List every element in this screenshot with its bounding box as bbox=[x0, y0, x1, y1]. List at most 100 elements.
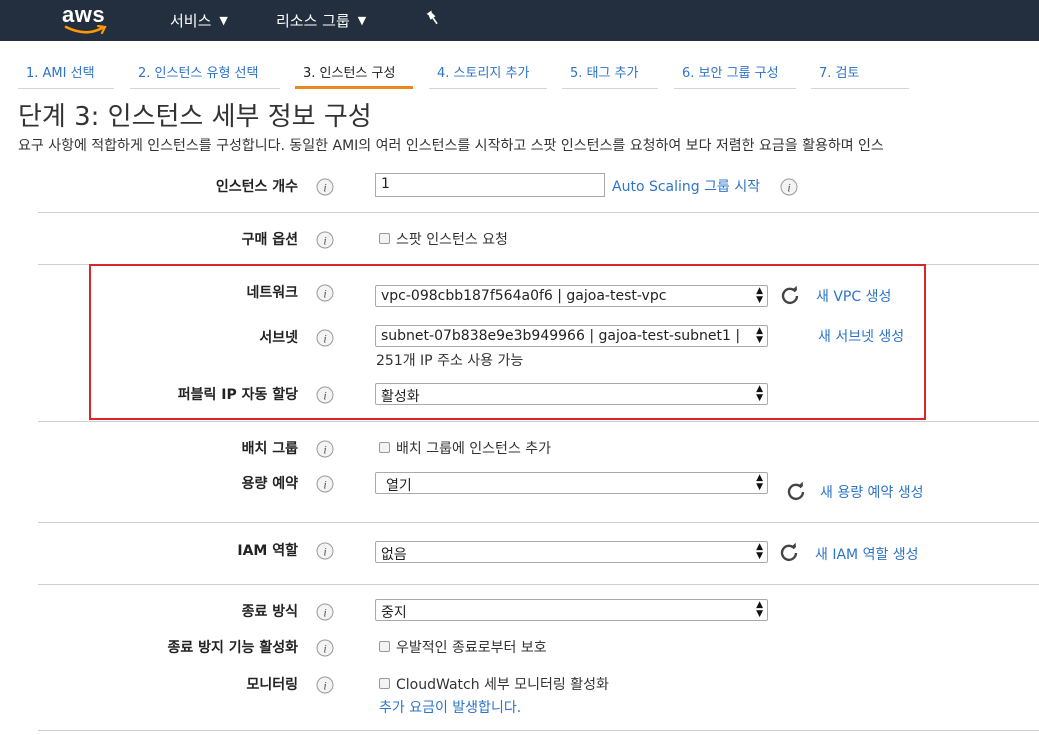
shutdown-behavior-select[interactable]: 중지 ▲ ▼ bbox=[375, 599, 768, 621]
chevron-down-icon: ▼ bbox=[357, 14, 367, 27]
services-menu[interactable]: 서비스 ▼ bbox=[170, 10, 228, 31]
select-arrows-icon: ▲ ▼ bbox=[756, 384, 763, 403]
create-subnet-link[interactable]: 새 서브넷 생성 bbox=[818, 326, 904, 346]
svg-text:i: i bbox=[323, 332, 326, 346]
divider bbox=[38, 730, 1039, 731]
placement-group-checkbox[interactable] bbox=[379, 442, 390, 453]
iam-role-label: IAM 역할 bbox=[237, 543, 298, 559]
step-security-group[interactable]: 6. 보안 그룹 구성 bbox=[674, 56, 796, 89]
instance-count-label: 인스턴스 개수 bbox=[215, 179, 298, 195]
step-label: 4. 스토리지 추가 bbox=[437, 66, 530, 81]
additional-charges-link[interactable]: 추가 요금이 발생합니다. bbox=[379, 697, 521, 717]
subnet-select[interactable]: subnet-07b838e9e3b949966 | gajoa-test-su… bbox=[375, 325, 768, 347]
create-capacity-reservation-link[interactable]: 새 용량 예약 생성 bbox=[820, 482, 924, 502]
shutdown-behavior-value: 중지 bbox=[381, 605, 407, 621]
info-icon[interactable]: i bbox=[316, 440, 334, 458]
wizard-steps: 1. AMI 선택 2. 인스턴스 유형 선택 3. 인스턴스 구성 4. 스토… bbox=[0, 56, 1039, 89]
placement-group-checkbox-label: 배치 그룹에 인스턴스 추가 bbox=[396, 441, 552, 457]
public-ip-select[interactable]: 활성화 ▲ ▼ bbox=[375, 383, 768, 405]
info-icon[interactable]: i bbox=[316, 603, 334, 621]
placement-group-label: 배치 그룹 bbox=[241, 441, 298, 457]
refresh-icon[interactable] bbox=[779, 542, 799, 562]
detailed-monitoring-checkbox[interactable] bbox=[379, 678, 390, 689]
info-icon[interactable]: i bbox=[316, 639, 334, 657]
svg-text:i: i bbox=[323, 443, 326, 457]
spot-instance-checkbox[interactable] bbox=[379, 233, 390, 244]
pin-icon[interactable] bbox=[424, 9, 442, 27]
step-instance-type[interactable]: 2. 인스턴스 유형 선택 bbox=[130, 56, 280, 89]
svg-text:i: i bbox=[323, 389, 326, 403]
step-review[interactable]: 7. 검토 bbox=[811, 56, 909, 89]
select-arrows-icon: ▲ ▼ bbox=[756, 473, 763, 492]
step-add-storage[interactable]: 4. 스토리지 추가 bbox=[429, 56, 547, 89]
divider bbox=[38, 212, 1039, 213]
step-ami[interactable]: 1. AMI 선택 bbox=[18, 56, 114, 89]
divider bbox=[38, 584, 1039, 585]
info-icon[interactable]: i bbox=[780, 178, 798, 196]
info-icon[interactable]: i bbox=[316, 475, 334, 493]
purchase-option-label: 구매 옵션 bbox=[241, 232, 298, 248]
capacity-reservation-select[interactable]: 열기 ▲ ▼ bbox=[375, 472, 768, 494]
step-label: 3. 인스턴스 구성 bbox=[303, 66, 396, 81]
chevron-down-icon: ▼ bbox=[219, 14, 228, 27]
resource-groups-menu[interactable]: 리소스 그룹 ▼ bbox=[276, 10, 366, 31]
network-label: 네트워크 bbox=[246, 285, 298, 301]
shutdown-behavior-label: 종료 방식 bbox=[241, 604, 298, 620]
select-arrows-icon: ▲ ▼ bbox=[756, 326, 763, 345]
select-arrows-icon: ▲ ▼ bbox=[756, 286, 763, 305]
subnet-label: 서브넷 bbox=[259, 330, 298, 346]
step-label: 7. 검토 bbox=[819, 66, 860, 81]
step-label: 2. 인스턴스 유형 선택 bbox=[138, 66, 259, 81]
termination-protection-checkbox[interactable] bbox=[379, 641, 390, 652]
svg-text:i: i bbox=[323, 234, 326, 248]
svg-text:i: i bbox=[323, 606, 326, 620]
network-value: vpc-098cbb187f564a0f6 | gajoa-test-vpc bbox=[381, 288, 667, 304]
divider bbox=[38, 522, 1039, 523]
spot-instance-checkbox-label: 스팟 인스턴스 요청 bbox=[396, 232, 508, 248]
subnet-available-ips: 251개 IP 주소 사용 가능 bbox=[376, 353, 524, 369]
svg-text:i: i bbox=[323, 679, 326, 693]
iam-role-select[interactable]: 없음 ▲ ▼ bbox=[375, 541, 768, 563]
info-icon[interactable]: i bbox=[316, 178, 334, 196]
info-icon[interactable]: i bbox=[316, 386, 334, 404]
aws-smile-logo-mark bbox=[64, 25, 107, 35]
info-icon[interactable]: i bbox=[316, 329, 334, 347]
info-icon[interactable]: i bbox=[316, 284, 334, 302]
create-iam-role-link[interactable]: 새 IAM 역할 생성 bbox=[815, 544, 919, 564]
svg-text:i: i bbox=[323, 181, 326, 195]
network-select[interactable]: vpc-098cbb187f564a0f6 | gajoa-test-vpc ▲… bbox=[375, 285, 768, 307]
svg-text:i: i bbox=[787, 181, 790, 195]
info-icon[interactable]: i bbox=[316, 231, 334, 249]
termination-protection-checkbox-label: 우발적인 종료로부터 보호 bbox=[396, 640, 547, 656]
detailed-monitoring-checkbox-label: CloudWatch 세부 모니터링 활성화 bbox=[396, 677, 609, 693]
page-description: 요구 사항에 적합하게 인스턴스를 구성합니다. 동일한 AMI의 여러 인스턴… bbox=[18, 138, 884, 154]
select-arrows-icon: ▲ ▼ bbox=[756, 600, 763, 619]
info-icon[interactable]: i bbox=[316, 542, 334, 560]
subnet-value: subnet-07b838e9e3b949966 | gajoa-test-su… bbox=[381, 328, 741, 344]
divider bbox=[38, 421, 1039, 422]
termination-protection-label: 종료 방지 기능 활성화 bbox=[167, 640, 298, 656]
svg-text:i: i bbox=[323, 287, 326, 301]
svg-text:i: i bbox=[323, 478, 326, 492]
step-label: 5. 태그 추가 bbox=[570, 66, 639, 81]
refresh-icon[interactable] bbox=[780, 285, 800, 305]
services-label: 서비스 bbox=[170, 12, 212, 30]
svg-text:i: i bbox=[323, 642, 326, 656]
capacity-reservation-label: 용량 예약 bbox=[241, 476, 298, 492]
refresh-icon[interactable] bbox=[786, 481, 806, 501]
select-arrows-icon: ▲ ▼ bbox=[756, 542, 763, 561]
instance-count-input[interactable]: 1 bbox=[375, 173, 605, 197]
top-navigation-bar: aws 서비스 ▼ 리소스 그룹 ▼ bbox=[0, 0, 1039, 41]
public-ip-value: 활성화 bbox=[381, 389, 420, 405]
create-vpc-link[interactable]: 새 VPC 생성 bbox=[816, 286, 891, 306]
page-title: 단계 3: 인스턴스 세부 정보 구성 bbox=[18, 102, 372, 132]
step-add-tags[interactable]: 5. 태그 추가 bbox=[562, 56, 658, 89]
info-icon[interactable]: i bbox=[316, 676, 334, 694]
capacity-reservation-value: 열기 bbox=[386, 478, 412, 494]
resource-groups-label: 리소스 그룹 bbox=[276, 12, 350, 30]
auto-scaling-link[interactable]: Auto Scaling 그룹 시작 bbox=[612, 176, 760, 196]
step-label: 6. 보안 그룹 구성 bbox=[682, 66, 779, 81]
step-label: 1. AMI 선택 bbox=[26, 66, 95, 81]
svg-text:i: i bbox=[323, 545, 326, 559]
step-configure-instance[interactable]: 3. 인스턴스 구성 bbox=[295, 56, 413, 89]
